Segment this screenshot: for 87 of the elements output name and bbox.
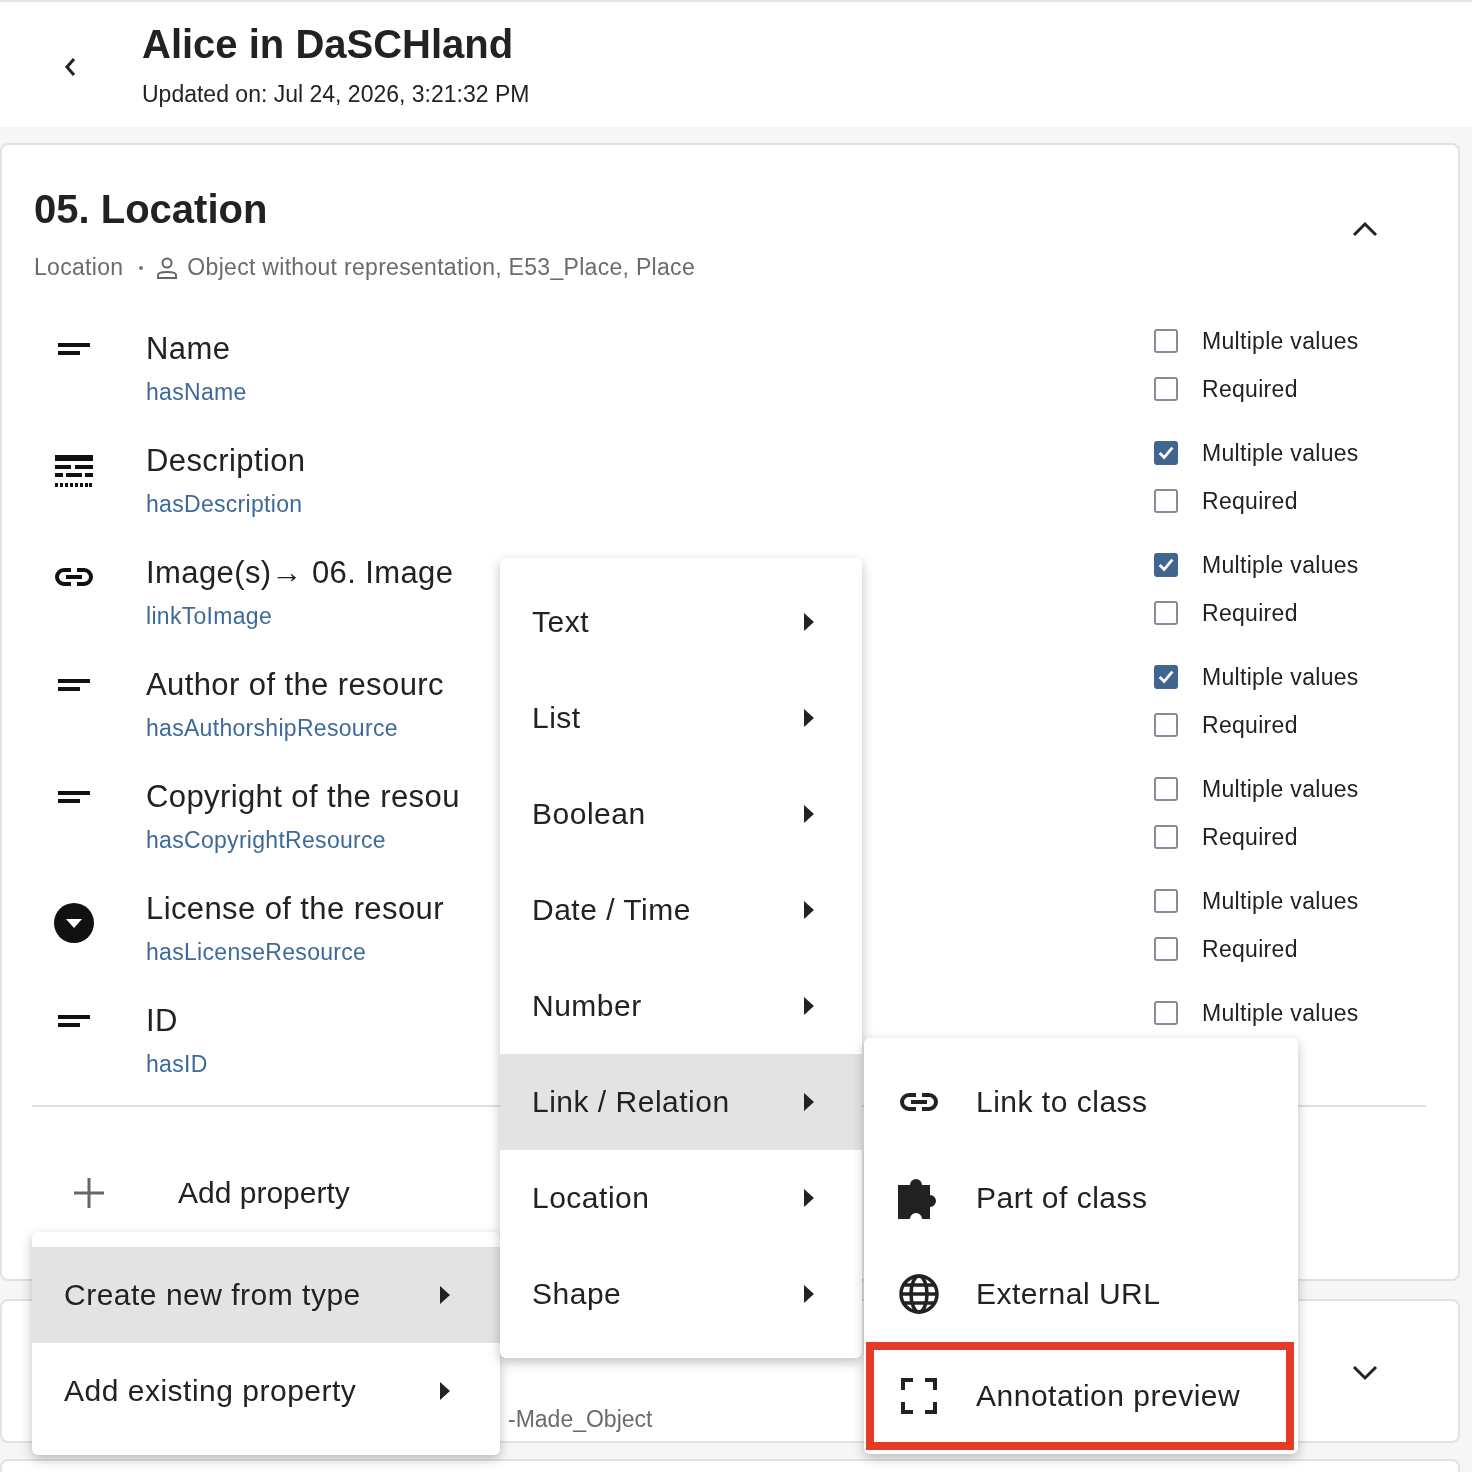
plus-icon[interactable]: [74, 1178, 104, 1208]
checkbox[interactable]: [1154, 937, 1178, 961]
caret-icon: [440, 1286, 450, 1304]
property-name[interactable]: hasLicenseResource: [146, 939, 367, 966]
checkbox-label: Multiple values: [1202, 999, 1359, 1027]
caret-icon: [804, 709, 814, 727]
menu-item[interactable]: Link to class: [864, 1054, 1298, 1150]
menu-item[interactable]: Shape: [500, 1246, 862, 1342]
checkbox-label: Multiple values: [1202, 663, 1359, 691]
checkbox[interactable]: [1154, 601, 1178, 625]
caret-icon: [804, 805, 814, 823]
menu-item[interactable]: Location: [500, 1150, 862, 1246]
property-label: Copyright of the resou: [146, 779, 460, 815]
caret-icon: [804, 1093, 814, 1111]
menu-item[interactable]: Number: [500, 958, 862, 1054]
add-property-link[interactable]: Add property: [178, 1176, 350, 1210]
checkbox-label: Required: [1202, 935, 1298, 963]
chevron-down-icon[interactable]: [1352, 1365, 1378, 1381]
chevron-up-icon[interactable]: [1352, 221, 1378, 237]
property-name[interactable]: hasDescription: [146, 491, 303, 518]
short-text-icon: [58, 343, 90, 355]
property-name[interactable]: hasCopyrightResource: [146, 827, 386, 854]
caret-icon: [804, 901, 814, 919]
checkbox-label: Multiple values: [1202, 439, 1359, 467]
separator-dot: [139, 265, 144, 270]
checkbox[interactable]: [1154, 825, 1178, 849]
class-types: -Made_Object: [508, 1406, 653, 1433]
checkbox[interactable]: [1154, 665, 1178, 689]
checkbox-label: Required: [1202, 823, 1298, 851]
checkbox-label: Required: [1202, 375, 1298, 403]
short-text-icon: [58, 1015, 90, 1027]
caret-icon: [804, 1285, 814, 1303]
checkbox-label: Multiple values: [1202, 327, 1359, 355]
checkbox-label: Multiple values: [1202, 887, 1359, 915]
class-types: Object without representation, E53_Place, Place: [187, 254, 695, 281]
menu-item[interactable]: Create new from type: [32, 1247, 500, 1343]
back-icon[interactable]: [63, 56, 77, 78]
menu-item[interactable]: Annotation preview: [866, 1342, 1294, 1450]
link-icon: [898, 1092, 940, 1112]
property-label: Name: [146, 331, 231, 367]
checkbox[interactable]: [1154, 489, 1178, 513]
checkbox[interactable]: [1154, 553, 1178, 577]
checkbox[interactable]: [1154, 441, 1178, 465]
checkbox-label: Multiple values: [1202, 775, 1359, 803]
checkbox-label: Multiple values: [1202, 551, 1359, 579]
caret-icon: [440, 1382, 450, 1400]
property-label: Image(s)→ 06. Image: [146, 555, 454, 591]
frame-corners-icon: [898, 1378, 940, 1414]
checkbox[interactable]: [1154, 1001, 1178, 1025]
class-title: 05. Location: [34, 187, 269, 232]
property-name[interactable]: hasAuthorshipResource: [146, 715, 398, 742]
property-name[interactable]: hasID: [146, 1051, 208, 1078]
menu-item[interactable]: Boolean: [500, 766, 862, 862]
menu-item[interactable]: External URL: [864, 1246, 1298, 1342]
checkbox[interactable]: [1154, 329, 1178, 353]
updated-date: Updated on: Jul 24, 2026, 3:21:32 PM: [142, 81, 530, 108]
caret-icon: [804, 997, 814, 1015]
dropdown-circle-icon: [54, 903, 94, 943]
checkbox[interactable]: [1154, 889, 1178, 913]
property-name[interactable]: linkToImage: [146, 603, 273, 630]
menu-item[interactable]: Link / Relation: [500, 1054, 862, 1150]
checkbox[interactable]: [1154, 777, 1178, 801]
short-text-icon: [58, 791, 90, 803]
checkbox[interactable]: [1154, 377, 1178, 401]
menu-item[interactable]: Date / Time: [500, 862, 862, 958]
menu-item[interactable]: Text: [500, 574, 862, 670]
globe-icon: [898, 1274, 940, 1314]
property-label: Description: [146, 443, 306, 479]
checkbox[interactable]: [1154, 713, 1178, 737]
menu-item[interactable]: List: [500, 670, 862, 766]
property-label: ID: [146, 1003, 178, 1039]
link-icon: [54, 567, 94, 587]
property-label: License of the resour: [146, 891, 444, 927]
person-icon: [157, 256, 178, 279]
checkbox-label: Required: [1202, 599, 1298, 627]
checkbox-label: Required: [1202, 711, 1298, 739]
property-name[interactable]: hasName: [146, 379, 247, 406]
paragraph-icon: [55, 455, 93, 487]
caret-icon: [804, 613, 814, 631]
menu-item[interactable]: Part of class: [864, 1150, 1298, 1246]
project-title: Alice in DaSCHland: [142, 22, 515, 67]
short-text-icon: [58, 679, 90, 691]
caret-icon: [804, 1189, 814, 1207]
menu-item[interactable]: Add existing property: [32, 1343, 500, 1439]
property-label: Author of the resourc: [146, 667, 444, 703]
class-label: Location: [34, 254, 124, 281]
checkbox-label: Required: [1202, 487, 1298, 515]
